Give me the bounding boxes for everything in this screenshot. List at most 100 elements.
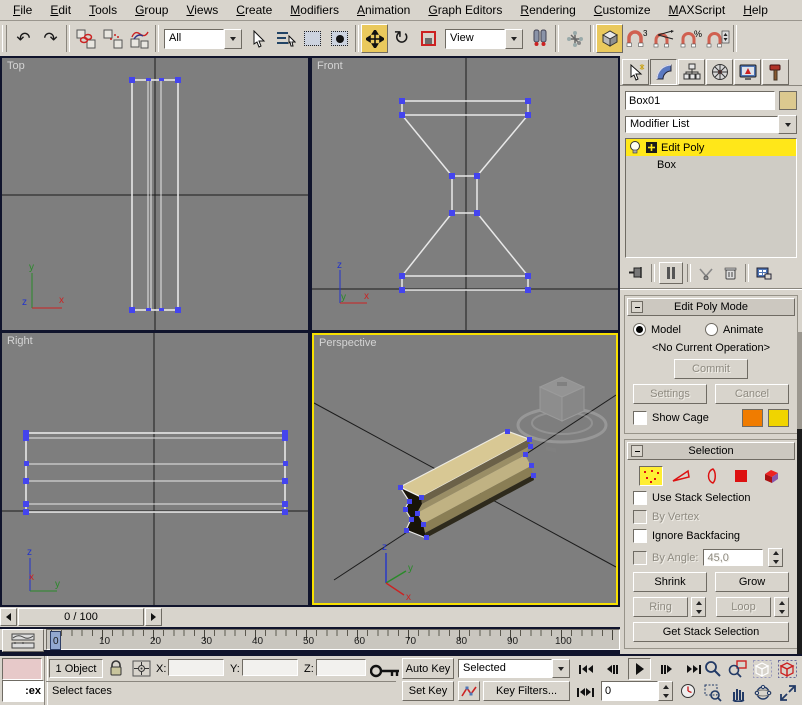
cancel-button[interactable]: Cancel [715,384,789,404]
reference-coordinate-arrow[interactable] [505,29,523,49]
current-frame-field[interactable] [601,681,658,701]
pin-stack-button[interactable] [625,263,647,283]
spinner-snap-toggle-button[interactable] [704,24,731,53]
by-angle-field[interactable] [703,549,763,566]
ring-spinner[interactable] [691,597,706,617]
by-vertex-checkbox[interactable] [633,510,647,524]
configure-modifier-sets-button[interactable] [753,263,775,283]
tab-hierarchy[interactable] [678,59,705,85]
snaps-toggle-button[interactable] [596,24,623,53]
reference-coordinate-dropdown[interactable]: View [445,29,523,49]
time-previous-button[interactable] [0,608,17,626]
menu-animation[interactable]: Animation [348,1,419,20]
rollout-header-edit-poly-mode[interactable]: Edit Poly Mode [627,298,795,316]
key-filters-button[interactable]: Key Filters... [483,681,570,701]
cage-color-swatch[interactable] [742,409,763,427]
menu-file[interactable]: File [4,1,41,20]
use-pivot-point-center-button[interactable] [526,24,553,53]
expand-plus-icon[interactable] [646,142,657,153]
make-unique-button[interactable] [695,263,717,283]
time-type-dropdown[interactable]: Selected [458,659,570,678]
element-mode-button[interactable] [759,466,783,486]
unlink-selection-button[interactable] [99,24,126,53]
select-and-manipulate-button[interactable] [561,24,588,53]
by-angle-spinner[interactable] [768,548,783,567]
edge-mode-button[interactable] [669,466,693,486]
undo-button[interactable]: ↶ [10,24,37,53]
time-type-arrow[interactable] [552,659,570,678]
zoom-extents-button[interactable] [750,657,775,681]
viewport-perspective[interactable]: z y x Perspective [312,333,618,605]
absolute-offset-toggle[interactable] [132,660,152,680]
show-cage-checkbox[interactable] [633,411,647,425]
modifier-list-dropdown[interactable]: Modifier List [625,116,778,133]
menu-rendering[interactable]: Rendering [511,1,584,20]
remove-modifier-button[interactable] [719,263,741,283]
window-crossing-toggle-button[interactable] [326,24,353,53]
menu-maxscript[interactable]: MAXScript [660,1,735,20]
bind-to-space-warp-button[interactable] [126,24,153,53]
z-coordinate-field[interactable] [316,659,366,676]
select-and-scale-button[interactable] [415,24,442,53]
selection-filter-dropdown[interactable]: All [164,29,242,49]
stack-row-box[interactable]: Box [626,156,796,173]
rollout-header-selection[interactable]: Selection [627,442,795,460]
scrollbar-thumb[interactable] [797,429,802,654]
macro-recorder-pane[interactable] [2,658,42,680]
x-coordinate-field[interactable] [168,659,224,676]
set-key-button[interactable]: Set Key [402,681,454,701]
animate-radio[interactable] [705,323,718,336]
zoom-region-button[interactable] [700,681,725,705]
viewport-top-label[interactable]: Top [7,60,25,72]
time-configuration-button[interactable] [677,681,698,701]
selection-lock-toggle[interactable] [108,659,124,680]
object-color-swatch[interactable] [779,91,797,110]
open-mini-curve-editor-button[interactable] [2,629,44,652]
frame-spinner[interactable] [658,681,673,701]
y-coordinate-field[interactable] [242,659,298,676]
tab-display[interactable] [734,59,761,85]
tab-motion[interactable] [706,59,733,85]
redo-button[interactable]: ↷ [37,24,64,53]
commit-button[interactable]: Commit [674,359,748,379]
show-end-result-button[interactable] [659,262,683,284]
track-bar-ruler[interactable]: 0 10 20 30 40 50 60 70 80 90 100 [46,629,620,650]
menu-customize[interactable]: Customize [585,1,660,20]
viewport-right[interactable]: z y x Right [2,333,308,605]
viewport-right-label[interactable]: Right [7,335,33,347]
menu-help[interactable]: Help [734,1,777,20]
cage-selected-color-swatch[interactable] [768,409,789,427]
pan-button[interactable] [725,681,750,705]
time-slider-handle[interactable]: 0 / 100 [18,608,144,626]
by-angle-checkbox[interactable] [633,551,647,565]
default-tangent-button[interactable] [458,681,480,701]
loop-button[interactable]: Loop [716,597,771,617]
select-object-button[interactable] [245,24,272,53]
shrink-button[interactable]: Shrink [633,572,707,592]
menu-create[interactable]: Create [227,1,281,20]
key-mode-toggle-button[interactable] [574,681,597,703]
viewport-top[interactable]: y x z Top [2,58,308,330]
set-keys-button[interactable] [370,664,400,681]
menu-graph-editors[interactable]: Graph Editors [419,1,511,20]
viewport-front-label[interactable]: Front [317,60,343,72]
select-and-move-button[interactable] [361,24,388,53]
zoom-extents-all-button[interactable] [775,657,800,681]
viewport-front[interactable]: z x y Front [312,58,618,330]
settings-button[interactable]: Settings [633,384,707,404]
menu-modifiers[interactable]: Modifiers [281,1,348,20]
tab-create[interactable] [622,59,649,85]
time-next-button[interactable] [145,608,162,626]
previous-frame-button[interactable] [601,658,624,680]
maxscript-mini-listener[interactable]: :ex [2,680,44,702]
ignore-backfacing-checkbox[interactable] [633,529,647,543]
grow-button[interactable]: Grow [715,572,789,592]
collapse-button[interactable] [631,445,643,457]
zoom-button[interactable] [700,657,725,681]
loop-spinner[interactable] [774,597,789,617]
rectangular-selection-region-button[interactable] [299,24,326,53]
angle-snap-toggle-button[interactable] [650,24,677,53]
play-button[interactable] [628,658,651,680]
next-frame-button[interactable] [655,658,678,680]
select-by-name-button[interactable] [272,24,299,53]
